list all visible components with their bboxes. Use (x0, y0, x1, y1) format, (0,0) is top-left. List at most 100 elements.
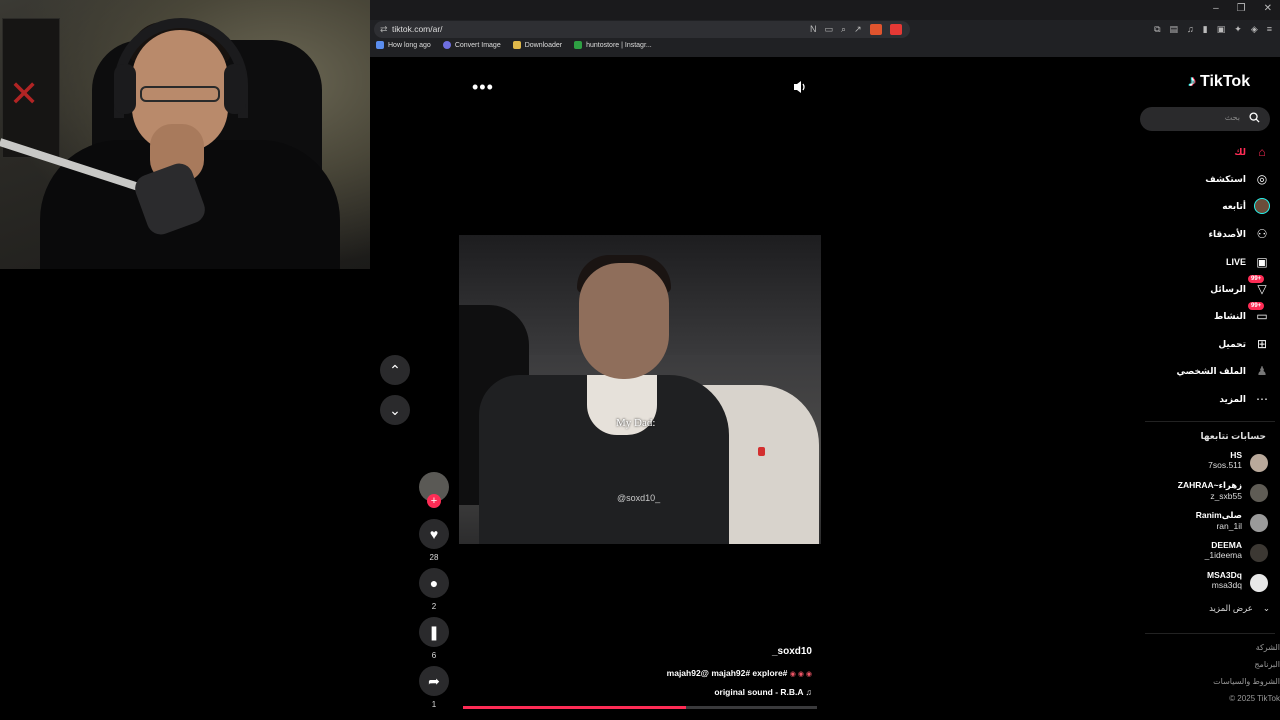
tiktok-logo[interactable]: ♪ TikTok (1188, 73, 1250, 91)
search-input[interactable]: بحث (1140, 107, 1270, 131)
menu-icon[interactable]: ≡ (1267, 24, 1272, 35)
zoom-icon[interactable]: ⌕ (841, 24, 846, 35)
store-icon (574, 41, 583, 49)
search-placeholder: بحث (1224, 113, 1240, 122)
sound-name[interactable]: original sound - R.B.A (714, 687, 803, 697)
comment-button[interactable]: ● (419, 568, 449, 598)
save-count: 6 (431, 651, 437, 660)
reader-icon[interactable]: ▤ (1170, 24, 1179, 35)
follow-plus-icon[interactable]: + (427, 494, 441, 508)
wallet-icon[interactable]: ▣ (1217, 24, 1226, 35)
music-icon[interactable]: ♫ (1187, 24, 1194, 35)
translate-icon[interactable]: N (810, 24, 817, 35)
sidebar-item-explore[interactable]: استكشف ◎ (1140, 169, 1270, 189)
bookmark-how-long-ago[interactable]: How long ago (376, 41, 431, 49)
sidebar-item-activity[interactable]: النشاط ▭ 99+ (1140, 302, 1270, 326)
activity-icon: ▭ 99+ (1248, 302, 1270, 324)
like-count: 28 (429, 553, 439, 562)
upload-icon: ⊞ (1256, 337, 1268, 351)
following-account[interactable]: HS 7sos.511 (1140, 450, 1270, 476)
share-arrow-icon: ➦ (428, 672, 440, 689)
webcam-overlay: ✕ (0, 0, 370, 269)
following-avatar-icon (1254, 198, 1270, 214)
video-player[interactable]: My Dad: @soxd10_ (459, 235, 821, 544)
avatar (1250, 514, 1268, 532)
footer-program-link[interactable]: البرنامج (1254, 660, 1280, 669)
title-bar: – ❐ ✕ (370, 0, 1280, 20)
description-text[interactable]: majah92@ majah92# explore# (667, 668, 788, 678)
avatar (1250, 574, 1268, 592)
sidebar-divider (1145, 421, 1275, 422)
description-emojis: ◉ ◉ ◉ (789, 671, 812, 678)
messages-badge: 99+ (1248, 275, 1265, 283)
bookmarks-bar: How long ago Convert Image Downloader hu… (376, 41, 652, 49)
sidebar-divider (1145, 633, 1275, 634)
address-bar-actions: N ▭ ⌕ ↗ (810, 24, 902, 35)
share-button[interactable]: ➦ (419, 666, 449, 696)
activity-badge: 99+ (1248, 302, 1265, 310)
sidebar-item-upload[interactable]: تحميل ⊞ (1140, 334, 1270, 354)
profile-icon: ♟ (1256, 364, 1268, 378)
compass-icon: ◎ (1256, 172, 1268, 186)
avatar (1250, 484, 1268, 502)
more-options-icon[interactable]: ••• (472, 77, 494, 98)
music-note-icon: ♫ (805, 687, 812, 697)
bookmark-huntostore[interactable]: huntostore | Instagr... (574, 41, 652, 49)
bookmark-downloader[interactable]: Downloader (512, 41, 562, 49)
sidebar-item-more[interactable]: المزيد ⋯ (1140, 389, 1270, 409)
sidebar-icon[interactable]: ▮ (1203, 24, 1208, 35)
bookmark-icon: ❚ (428, 623, 440, 640)
footer-company-link[interactable]: الشركة (1256, 643, 1280, 652)
video-author[interactable]: _soxd10 (750, 646, 812, 657)
following-account[interactable]: ZAHRAA~زهراء z_sxb55 (1140, 480, 1270, 506)
sidebar-item-friends[interactable]: الأصدقاء ⚇ (1140, 224, 1270, 244)
sidebar-item-messages[interactable]: الرسائل ▽ 99+ (1140, 275, 1270, 299)
following-account[interactable]: DEEMA _1ideema (1140, 540, 1270, 566)
more-icon: ⋯ (1256, 392, 1268, 406)
avatar (1250, 544, 1268, 562)
close-icon[interactable]: ✕ (1264, 3, 1272, 14)
volume-icon[interactable] (792, 79, 808, 95)
rewards-icon[interactable] (889, 24, 902, 35)
sidebar-item-profile[interactable]: الملف الشخصي ♟ (1140, 361, 1270, 381)
url-text[interactable]: tiktok.com/ar/ (392, 24, 443, 34)
comment-icon: ● (429, 575, 439, 591)
restore-icon[interactable]: ❐ (1237, 3, 1246, 14)
screen: ✕ – ❐ ✕ ⇄ tiktok.com/ar/ N ▭ ⌕ ↗ ⧉ ▤ ♫ ▮… (0, 0, 1280, 720)
sidebar-item-following[interactable]: أتابعه (1140, 196, 1270, 216)
minimize-icon[interactable]: – (1213, 3, 1219, 14)
following-account[interactable]: Ranimصلى ran_1il (1140, 510, 1270, 536)
leo-icon[interactable]: ✦ (1234, 24, 1242, 35)
sidebar-item-for-you[interactable]: لك ⌂ (1140, 142, 1270, 162)
footer-terms-link[interactable]: الشروط والسياسات (1213, 677, 1280, 686)
globe-icon (376, 41, 384, 49)
extension-icon[interactable]: ⧉ (1154, 24, 1160, 35)
site-info-icon[interactable]: ⇄ (380, 24, 388, 35)
download-icon (512, 41, 521, 49)
browser-chrome: – ❐ ✕ ⇄ tiktok.com/ar/ N ▭ ⌕ ↗ ⧉ ▤ ♫ ▮ ▣… (370, 0, 1280, 57)
video-description: majah92@ majah92# explore# ◉ ◉ ◉ (610, 668, 812, 678)
show-more-button[interactable]: عرض المزيد ⌄ (1140, 603, 1270, 614)
chevron-down-icon: ⌄ (1262, 603, 1270, 613)
next-video-button[interactable]: ⌄ (380, 395, 410, 425)
previous-video-button[interactable]: ⌃ (380, 355, 410, 385)
vpn-icon[interactable]: ◈ (1251, 24, 1258, 35)
brave-shield-icon[interactable] (869, 24, 882, 35)
search-icon[interactable] (1249, 112, 1260, 123)
creator-avatar[interactable]: + (419, 472, 449, 508)
mouse-cursor (758, 447, 765, 456)
bookmark-convert-image[interactable]: Convert Image (442, 41, 501, 49)
save-button[interactable]: ❚ (419, 617, 449, 647)
sound-info[interactable]: original sound - R.B.A ♫ (670, 687, 812, 697)
sidebar-item-live[interactable]: LIVE ▣ (1140, 252, 1270, 272)
share-icon[interactable]: ↗ (854, 24, 862, 35)
share-count: 1 (431, 700, 437, 709)
footer-copyright: © 2025 TikTok (1229, 694, 1280, 703)
avatar (1250, 454, 1268, 472)
comment-count: 2 (431, 602, 437, 611)
like-button[interactable]: ♥ (419, 519, 449, 549)
video-progress-bar[interactable] (463, 706, 817, 709)
video-caption: My Dad: (616, 417, 656, 429)
cast-icon[interactable]: ▭ (825, 24, 834, 35)
following-account[interactable]: MSA3Dq msa3dq (1140, 570, 1270, 596)
